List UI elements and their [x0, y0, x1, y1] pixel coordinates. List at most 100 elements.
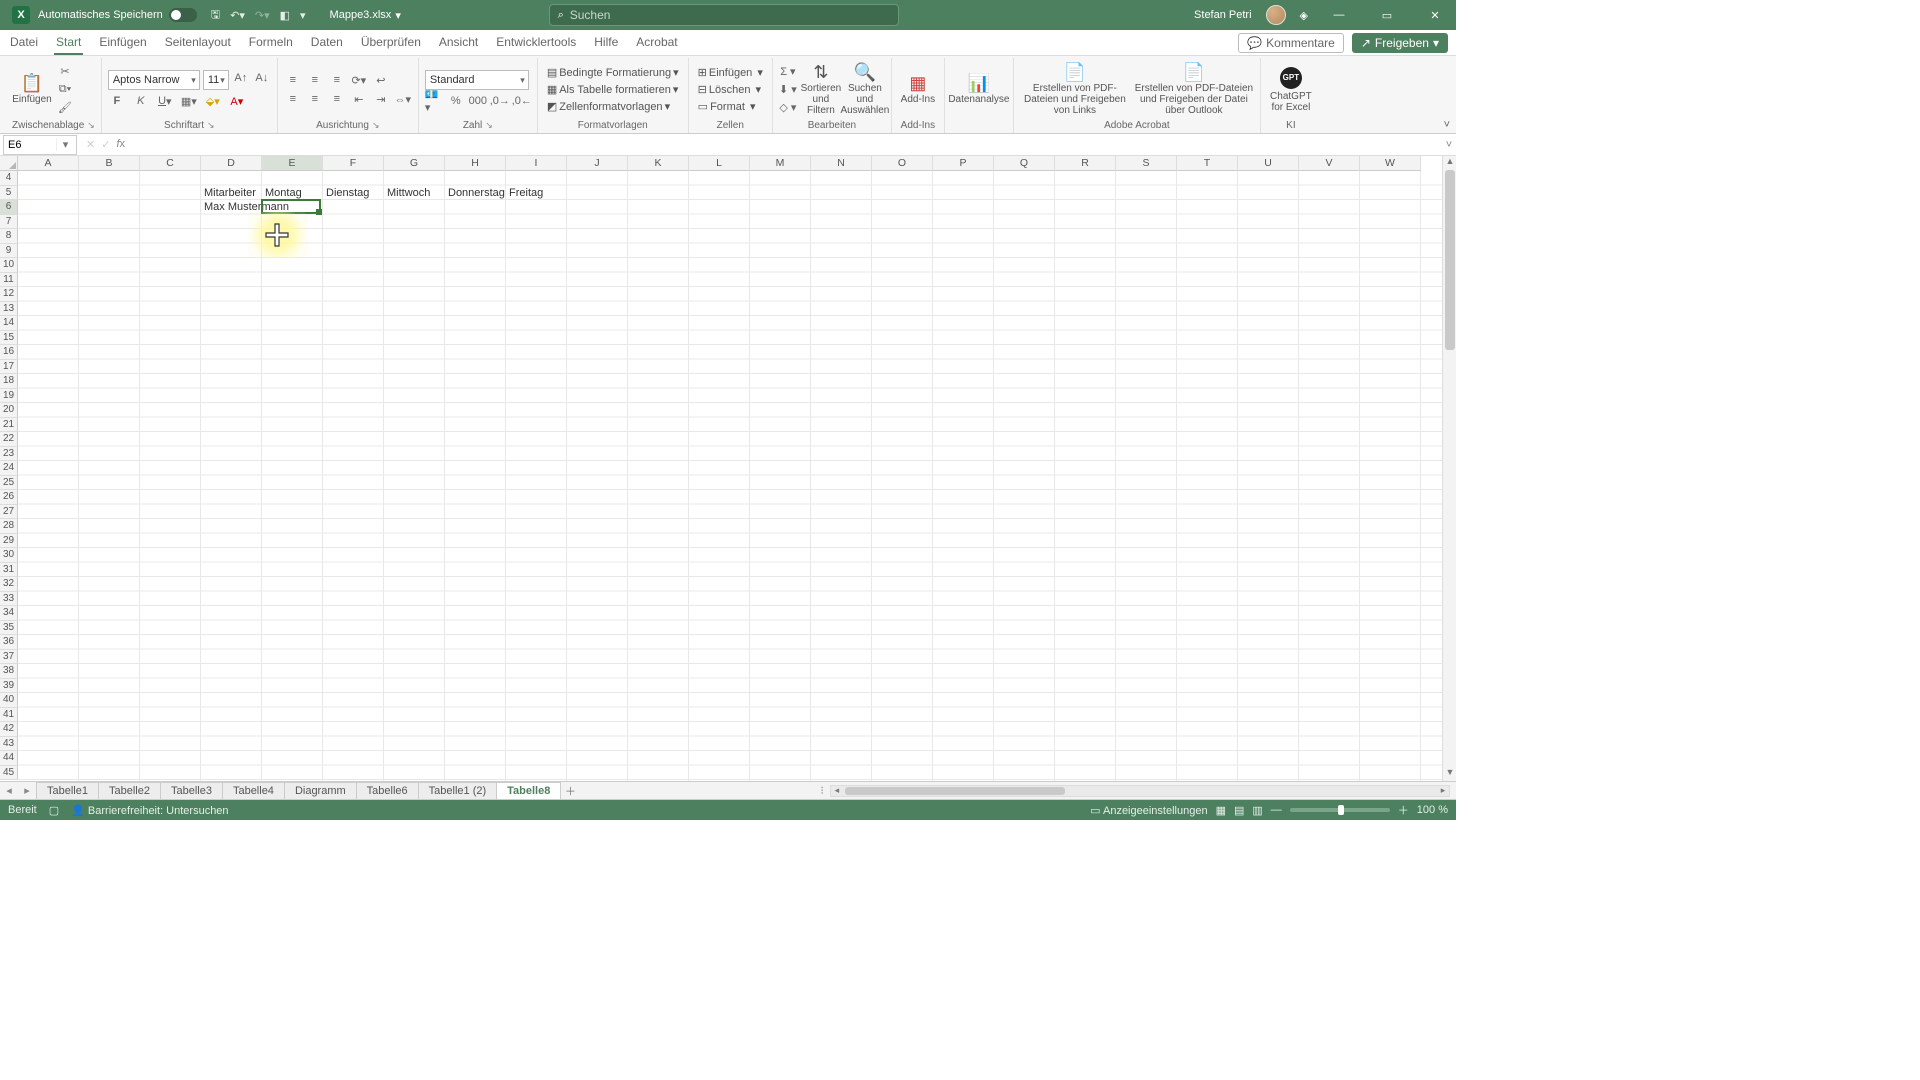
column-header[interactable]: K — [628, 156, 689, 171]
row-header[interactable]: 41 — [0, 708, 18, 723]
camera-icon[interactable]: ◧ — [280, 9, 290, 22]
row-header[interactable]: 38 — [0, 664, 18, 679]
column-header[interactable]: S — [1116, 156, 1177, 171]
ribbon-tab-seitenlayout[interactable]: Seitenlayout — [163, 31, 233, 55]
sheet-tab[interactable]: Tabelle8 — [496, 782, 561, 799]
row-header[interactable]: 11 — [0, 273, 18, 288]
page-layout-view-icon[interactable]: ▤ — [1234, 804, 1244, 817]
sheet-tab[interactable]: Diagramm — [284, 782, 357, 799]
row-header[interactable]: 5 — [0, 186, 18, 201]
row-header[interactable]: 20 — [0, 403, 18, 418]
ribbon-tab-entwicklertools[interactable]: Entwicklertools — [494, 31, 578, 55]
row-header[interactable]: 18 — [0, 374, 18, 389]
decrease-font-icon[interactable]: A↓ — [253, 70, 271, 86]
ribbon-tab-start[interactable]: Start — [54, 31, 83, 55]
column-header[interactable]: P — [933, 156, 994, 171]
ribbon-tab-überprüfen[interactable]: Überprüfen — [359, 31, 423, 55]
collapse-ribbon-icon[interactable]: ˅ — [1444, 119, 1450, 131]
format-cells-button[interactable]: ▭ Format ▾ — [695, 99, 766, 114]
fill-color-icon[interactable]: ⬙▾ — [204, 93, 222, 109]
align-middle-icon[interactable]: ≡ — [306, 72, 324, 88]
row-header[interactable]: 14 — [0, 316, 18, 331]
row-header[interactable]: 10 — [0, 258, 18, 273]
row-header[interactable]: 9 — [0, 244, 18, 259]
sheet-tab[interactable]: Tabelle3 — [160, 782, 223, 799]
column-header[interactable]: G — [384, 156, 445, 171]
accessibility-status[interactable]: 👤 Barrierefreiheit: Untersuchen — [71, 804, 228, 817]
page-break-view-icon[interactable]: ▥ — [1252, 804, 1262, 817]
row-header[interactable]: 13 — [0, 302, 18, 317]
row-header[interactable]: 35 — [0, 621, 18, 636]
conditional-formatting-button[interactable]: ▤ Bedingte Formatierung ▾ — [544, 65, 682, 80]
row-header[interactable]: 17 — [0, 360, 18, 375]
format-painter-icon[interactable]: 🖌 — [56, 100, 74, 116]
autosum-icon[interactable]: Σ ▾ — [779, 64, 797, 80]
maximize-button[interactable]: ▭ — [1370, 9, 1404, 22]
row-header[interactable]: 40 — [0, 693, 18, 708]
font-size-select[interactable]: 11 — [203, 70, 229, 90]
cell-value[interactable]: Freitag — [507, 186, 545, 201]
row-header[interactable]: 22 — [0, 432, 18, 447]
expand-formula-bar-icon[interactable]: ˅ — [1442, 139, 1456, 151]
increase-decimal-icon[interactable]: ,0→ — [491, 93, 509, 109]
addins-button[interactable]: ▦Add-Ins — [898, 62, 938, 118]
undo-icon[interactable]: ↶▾ — [230, 9, 245, 22]
horizontal-scrollbar[interactable]: ◂ ▸ — [830, 785, 1450, 797]
formula-input[interactable] — [131, 135, 1442, 155]
align-right-icon[interactable]: ≡ — [328, 91, 346, 107]
autosave-toggle[interactable] — [169, 8, 197, 22]
cell-value[interactable]: Mitarbeiter — [202, 186, 258, 201]
align-top-icon[interactable]: ≡ — [284, 72, 302, 88]
row-header[interactable]: 37 — [0, 650, 18, 665]
cell-value[interactable]: Mittwoch — [385, 186, 432, 201]
create-pdf-outlook-button[interactable]: 📄Erstellen von PDF-Dateien und Freigeben… — [1134, 62, 1254, 118]
row-header[interactable]: 15 — [0, 331, 18, 346]
ribbon-tab-datei[interactable]: Datei — [8, 31, 40, 55]
sheet-tab[interactable]: Tabelle1 — [36, 782, 99, 799]
select-all-button[interactable] — [0, 156, 18, 171]
data-analysis-button[interactable]: 📊Datenanalyse — [951, 62, 1007, 118]
row-header[interactable]: 33 — [0, 592, 18, 607]
delete-cells-button[interactable]: ⊟ Löschen ▾ — [695, 82, 766, 97]
wrap-text-icon[interactable]: ↩ — [372, 72, 390, 88]
row-header[interactable]: 36 — [0, 635, 18, 650]
column-header[interactable]: A — [18, 156, 79, 171]
column-header[interactable]: H — [445, 156, 506, 171]
column-header[interactable]: N — [811, 156, 872, 171]
fill-icon[interactable]: ⬇ ▾ — [779, 82, 797, 98]
close-button[interactable]: ✕ — [1418, 9, 1452, 22]
share-button[interactable]: ↗ Freigeben ▾ — [1352, 33, 1448, 53]
thousands-icon[interactable]: 000 — [469, 93, 487, 109]
sheet-nav-next-icon[interactable]: ▸ — [18, 784, 36, 797]
copy-icon[interactable]: ⧉▾ — [56, 82, 74, 98]
scroll-left-icon[interactable]: ◂ — [831, 785, 843, 796]
document-name[interactable]: Mappe3.xlsx ▾ — [330, 9, 401, 22]
comments-button[interactable]: 💬 Kommentare — [1238, 33, 1344, 53]
column-header[interactable]: Q — [994, 156, 1055, 171]
chatgpt-button[interactable]: GPTChatGPT for Excel — [1267, 62, 1315, 118]
row-header[interactable]: 30 — [0, 548, 18, 563]
row-header[interactable]: 45 — [0, 766, 18, 781]
scroll-down-icon[interactable]: ▼ — [1443, 767, 1457, 781]
sort-filter-button[interactable]: ⇅Sortieren und Filtern — [801, 62, 841, 118]
horizontal-scroll-thumb[interactable] — [845, 787, 1065, 795]
display-settings-button[interactable]: ▭ Anzeigeeinstellungen — [1090, 804, 1207, 817]
row-header[interactable]: 21 — [0, 418, 18, 433]
ribbon-tab-einfügen[interactable]: Einfügen — [97, 31, 148, 55]
ribbon-tab-hilfe[interactable]: Hilfe — [592, 31, 620, 55]
name-box-dropdown-icon[interactable]: ▾ — [56, 138, 74, 151]
row-header[interactable]: 6 — [0, 200, 18, 215]
column-header[interactable]: D — [201, 156, 262, 171]
vertical-scroll-thumb[interactable] — [1445, 170, 1455, 350]
format-as-table-button[interactable]: ▦ Als Tabelle formatieren ▾ — [544, 82, 682, 97]
sheet-tab[interactable]: Tabelle6 — [356, 782, 419, 799]
currency-icon[interactable]: 💶▾ — [425, 93, 443, 109]
search-box[interactable]: ⌕ — [549, 4, 899, 26]
normal-view-icon[interactable]: ▦ — [1216, 804, 1226, 817]
name-box-input[interactable] — [4, 139, 56, 151]
zoom-out-icon[interactable]: — — [1271, 804, 1282, 816]
cell-grid[interactable]: MitarbeiterMontagDienstagMittwochDonners… — [18, 171, 1442, 781]
zoom-slider[interactable] — [1290, 808, 1390, 812]
cell-value[interactable]: Max Mustermann — [202, 200, 291, 215]
row-header[interactable]: 23 — [0, 447, 18, 462]
